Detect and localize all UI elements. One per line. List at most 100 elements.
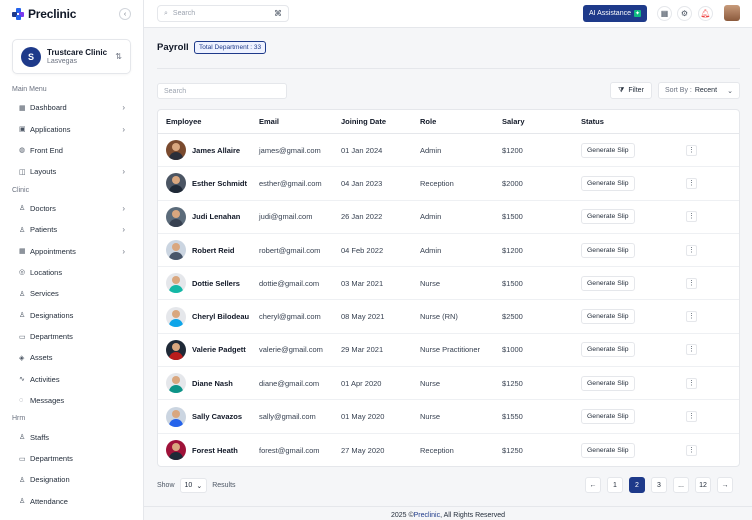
payroll-table: Employee Email Joining Date Role Salary …: [157, 109, 740, 467]
generate-slip-button[interactable]: Generate Slip: [581, 209, 635, 225]
more-options-icon[interactable]: ⋮: [686, 311, 697, 323]
sidebar-item-designation[interactable]: ♙ Designation: [0, 469, 143, 490]
column-header-email[interactable]: Email: [259, 117, 341, 126]
sidebar-item-assets[interactable]: ◈ Assets: [0, 347, 143, 368]
sidebar-item-applications[interactable]: ▣ Applications ›: [0, 118, 143, 139]
employee-avatar[interactable]: [166, 339, 186, 360]
generate-slip-button[interactable]: Generate Slip: [581, 409, 635, 425]
salary-cell: $1500: [502, 278, 523, 288]
employee-avatar[interactable]: [166, 240, 186, 261]
employee-avatar[interactable]: [166, 206, 186, 227]
actions-cell: ⋮: [686, 144, 716, 156]
ai-assistance-button[interactable]: AI Assistance ✦: [583, 5, 647, 22]
generate-slip-button[interactable]: Generate Slip: [581, 142, 635, 158]
sidebar-item-label: Designations: [30, 310, 74, 320]
generate-slip-button[interactable]: Generate Slip: [581, 442, 635, 458]
sidebar-item-label: Assets: [30, 353, 53, 363]
sidebar-item-layouts[interactable]: ◫ Layouts ›: [0, 161, 143, 182]
employee-name[interactable]: Dottie Sellers: [192, 279, 240, 288]
next-page-button[interactable]: →: [717, 477, 733, 493]
sidebar-item-designations[interactable]: ♙ Designations: [0, 305, 143, 326]
sidebar-item-patients[interactable]: ♙ Patients ›: [0, 219, 143, 240]
employee-cell: Valerie Padgett: [158, 339, 259, 360]
notifications-button[interactable]: 🔔︎: [698, 6, 713, 21]
email-cell: robert@gmail.com: [259, 245, 321, 255]
more-options-icon[interactable]: ⋮: [686, 277, 697, 289]
sidebar-item-departments[interactable]: ▭ Departments: [0, 448, 143, 469]
sidebar-item-front-end[interactable]: ◍ Front End: [0, 140, 143, 161]
column-header-joining-date[interactable]: Joining Date: [341, 117, 420, 126]
sort-dropdown[interactable]: Sort By : Recent ⌄: [658, 82, 740, 99]
table-row: Sally Cavazos sally@gmail.com 01 May 202…: [158, 400, 739, 434]
employee-name[interactable]: Esther Schmidt: [192, 179, 247, 188]
email-cell: sally@gmail.com: [259, 412, 316, 422]
more-options-icon[interactable]: ⋮: [686, 411, 697, 423]
column-header-role[interactable]: Role: [420, 117, 502, 126]
page-button-12[interactable]: 12: [695, 477, 711, 493]
more-options-icon[interactable]: ⋮: [686, 211, 697, 223]
employee-avatar[interactable]: [166, 140, 186, 161]
clinic-switcher[interactable]: S Trustcare Clinic Lasvegas ⇅: [12, 39, 131, 74]
sidebar-item-staffs[interactable]: ♙ Staffs: [0, 426, 143, 447]
generate-slip-button[interactable]: Generate Slip: [581, 375, 635, 391]
main-content: Payroll Total Department : 33 Search ⧩ F…: [144, 28, 752, 520]
footer-brand-link[interactable]: Preclinic: [414, 512, 440, 519]
employee-name[interactable]: Forest Heath: [192, 446, 238, 455]
sidebar-item-departments[interactable]: ▭ Departments: [0, 326, 143, 347]
menu-section-title: Clinic: [12, 186, 30, 194]
employee-avatar[interactable]: [166, 373, 186, 394]
salary-cell: $2000: [502, 178, 523, 188]
more-options-icon[interactable]: ⋮: [686, 244, 697, 256]
sidebar-item-messages[interactable]: ◌ Messages: [0, 390, 143, 411]
generate-slip-button[interactable]: Generate Slip: [581, 275, 635, 291]
generate-slip-button[interactable]: Generate Slip: [581, 242, 635, 258]
employee-avatar[interactable]: [166, 440, 186, 461]
employee-avatar[interactable]: [166, 173, 186, 194]
gear-icon: ⚙: [680, 9, 689, 18]
global-search-input[interactable]: ⌕ Search ⌘: [157, 5, 289, 22]
page-button-3[interactable]: 3: [651, 477, 667, 493]
employee-name[interactable]: Sally Cavazos: [192, 412, 242, 421]
employee-name[interactable]: Judi Lenahan: [192, 212, 240, 221]
sidebar-item-services[interactable]: ♙ Services: [0, 283, 143, 304]
generate-slip-button[interactable]: Generate Slip: [581, 342, 635, 358]
brand-logo[interactable]: Preclinic: [12, 7, 76, 21]
column-header-status[interactable]: Status: [581, 117, 686, 126]
sidebar-item-locations[interactable]: ◎ Locations: [0, 262, 143, 283]
collapse-sidebar-button[interactable]: ‹: [119, 8, 131, 20]
more-options-icon[interactable]: ⋮: [686, 344, 697, 356]
employee-name[interactable]: Valerie Padgett: [192, 345, 246, 354]
sidebar-item-activities[interactable]: ∿ Activities: [0, 369, 143, 390]
employee-cell: Sally Cavazos: [158, 406, 259, 427]
more-options-icon[interactable]: ⋮: [686, 144, 697, 156]
employee-name[interactable]: Robert Reid: [192, 246, 235, 255]
prev-page-button[interactable]: ←: [585, 477, 601, 493]
sidebar-item-dashboard[interactable]: ▦ Dashboard ›: [0, 97, 143, 118]
column-header-employee[interactable]: Employee: [158, 117, 259, 126]
employee-avatar[interactable]: [166, 273, 186, 294]
sidebar-item-doctors[interactable]: ♙ Doctors ›: [0, 198, 143, 219]
more-options-icon[interactable]: ⋮: [686, 444, 697, 456]
page-title: Payroll: [157, 42, 189, 53]
page-button-1[interactable]: 1: [607, 477, 623, 493]
more-options-icon[interactable]: ⋮: [686, 177, 697, 189]
user-avatar[interactable]: [724, 5, 740, 21]
sidebar-item-appointments[interactable]: ▦ Appointments ›: [0, 240, 143, 261]
more-options-icon[interactable]: ⋮: [686, 377, 697, 389]
employee-name[interactable]: James Allaire: [192, 146, 240, 155]
generate-slip-button[interactable]: Generate Slip: [581, 175, 635, 191]
generate-slip-button[interactable]: Generate Slip: [581, 309, 635, 325]
pagination-ellipsis[interactable]: ...: [673, 477, 689, 493]
column-header-salary[interactable]: Salary: [502, 117, 581, 126]
employee-name[interactable]: Diane Nash: [192, 379, 233, 388]
sidebar-item-attendance[interactable]: ♙ Attendance: [0, 491, 143, 512]
table-search-input[interactable]: Search: [157, 83, 287, 99]
settings-button[interactable]: ⚙: [677, 6, 692, 21]
filter-button[interactable]: ⧩ Filter: [610, 82, 652, 99]
page-button-2[interactable]: 2: [629, 477, 645, 493]
employee-avatar[interactable]: [166, 406, 186, 427]
employee-name[interactable]: Cheryl Bilodeau: [192, 312, 249, 321]
page-size-select[interactable]: 10 ⌄: [179, 478, 208, 493]
calendar-button[interactable]: ▦: [657, 6, 672, 21]
employee-avatar[interactable]: [166, 306, 186, 327]
